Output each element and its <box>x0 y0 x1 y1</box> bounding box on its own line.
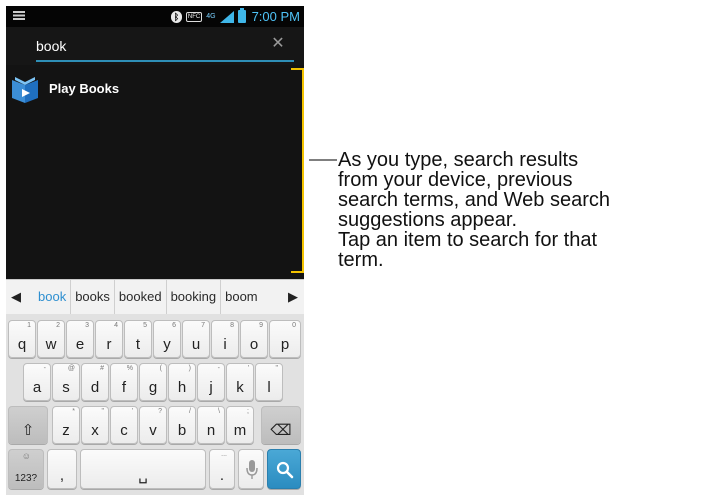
key-y[interactable]: 6y <box>153 320 181 358</box>
suggestion-strip: ◀ book books booked booking boom ▶ <box>6 279 304 315</box>
menu-icon <box>13 11 25 20</box>
callout-line: from your device, previous <box>338 169 573 191</box>
suggestion-item[interactable]: booked <box>115 280 167 314</box>
suggestion-item[interactable]: booking <box>167 280 222 314</box>
key-l[interactable]: " l <box>255 363 283 401</box>
callout-line: As you type, search results <box>338 149 579 171</box>
status-time: 7:00 PM <box>251 9 300 24</box>
key-k[interactable]: ' k <box>226 363 254 401</box>
nfc-icon: NFC <box>185 11 203 22</box>
key-u[interactable]: 7u <box>182 320 210 358</box>
key-g[interactable]: (g <box>139 363 167 401</box>
lte-4g-icon: 4G <box>206 13 216 20</box>
key-v[interactable]: ? v <box>139 406 167 444</box>
shift-icon: ⇧ <box>21 422 35 439</box>
key-h[interactable]: ) h <box>168 363 196 401</box>
result-item-play-books[interactable]: Play Books <box>6 69 304 109</box>
search-icon <box>276 461 294 479</box>
callout-bracket <box>291 68 304 273</box>
symbols-mode-label: 123? <box>14 473 38 484</box>
suggestion-item[interactable]: book <box>28 280 72 314</box>
search-bar: ✕ <box>6 27 304 65</box>
suggestion-item[interactable]: boom <box>221 280 262 314</box>
key-b[interactable]: / b <box>168 406 196 444</box>
key-t[interactable]: 5t <box>124 320 152 358</box>
period-key[interactable]: .... <box>209 449 235 489</box>
signal-icon <box>219 10 234 23</box>
callout-line: suggestions appear. <box>338 209 518 231</box>
key-f[interactable]: % f <box>110 363 138 401</box>
status-bar: ᛒ NFC 4G 7:00 PM <box>6 6 304 27</box>
key-j[interactable]: -j <box>197 363 225 401</box>
callout-leader-line <box>309 159 337 161</box>
callout-line: search terms, and Web search <box>338 189 610 211</box>
close-icon[interactable]: ✕ <box>269 35 287 53</box>
bluetooth-icon: ᛒ <box>170 10 182 23</box>
key-d[interactable]: # d <box>81 363 109 401</box>
suggestions-left-arrow[interactable]: ◀ <box>9 285 23 309</box>
key-s[interactable]: @ s <box>52 363 80 401</box>
shift-key[interactable]: ⇧ <box>8 406 48 444</box>
suggestion-item[interactable]: books <box>71 280 115 314</box>
search-underline <box>36 60 294 62</box>
space-key[interactable]: ␣ <box>80 449 206 489</box>
callout-text: As you type, search results from your de… <box>338 150 722 270</box>
emoji-hint: ☺ <box>21 451 31 461</box>
key-n[interactable]: \ n <box>197 406 225 444</box>
key-r[interactable]: 4r <box>95 320 123 358</box>
battery-icon <box>237 8 246 23</box>
key-i[interactable]: 8i <box>211 320 239 358</box>
search-input[interactable] <box>36 36 266 56</box>
play-books-icon <box>12 77 38 103</box>
search-results: Play Books <box>6 65 304 279</box>
key-c[interactable]: ' c <box>110 406 138 444</box>
suggestion-list: book books booked booking boom <box>28 280 281 314</box>
symbols-mode-key[interactable]: ☺ 123? <box>8 449 44 489</box>
space-icon: ␣ <box>138 467 148 484</box>
suggestions-right-arrow[interactable]: ▶ <box>286 285 300 309</box>
callout-line: Tap an item to search for that <box>338 229 598 251</box>
key-p[interactable]: 0p <box>269 320 301 358</box>
microphone-icon <box>246 460 258 479</box>
keyboard: 1q 2w 3e 4r 5t 6y 7u 8i 9o 0p -a @ s # d %… <box>6 314 304 495</box>
result-label: Play Books <box>49 81 120 96</box>
phone-screen: ᛒ NFC 4G 7:00 PM ✕ Play Books ◀ <box>6 6 304 495</box>
backspace-key[interactable]: ⌫ <box>261 406 301 444</box>
key-m[interactable]: ; m <box>226 406 254 444</box>
backspace-icon: ⌫ <box>270 422 292 439</box>
microphone-key[interactable] <box>238 449 264 489</box>
key-z[interactable]: * z <box>52 406 80 444</box>
callout-line: term. <box>338 249 384 271</box>
key-e[interactable]: 3e <box>66 320 94 358</box>
comma-key[interactable]: , <box>47 449 77 489</box>
search-key[interactable] <box>267 449 301 489</box>
key-x[interactable]: " x <box>81 406 109 444</box>
key-o[interactable]: 9o <box>240 320 268 358</box>
key-a[interactable]: -a <box>23 363 51 401</box>
key-q[interactable]: 1q <box>8 320 36 358</box>
key-w[interactable]: 2w <box>37 320 65 358</box>
